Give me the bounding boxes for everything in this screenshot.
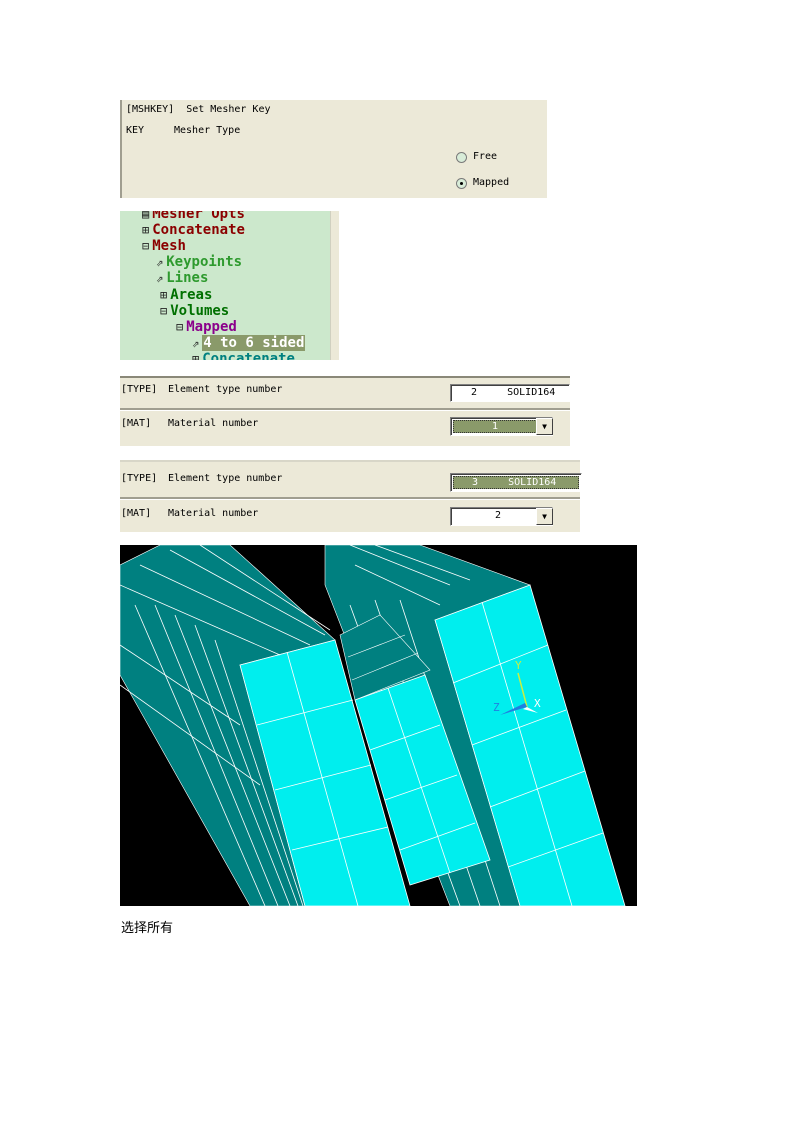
tree-item-label: 4 to 6 sided (202, 334, 306, 351)
tree-item-label: Lines (166, 270, 209, 287)
expand-plus-icon: ⊞ (192, 351, 200, 360)
tree-scrollbar-track[interactable] (330, 211, 339, 360)
dialog-icon: ▤ (142, 211, 150, 221)
tree-item[interactable]: ▤ Mesher Opts (142, 211, 245, 222)
document-page: [MSHKEY] Set Mesher Key KEY Mesher Type … (0, 0, 800, 1132)
tree-item[interactable]: ⊟ Mesh (142, 238, 186, 254)
type-description: Element type number (168, 384, 283, 395)
tree-item[interactable]: ⊟ Mapped (176, 319, 237, 335)
tree-item[interactable]: ⇗ Keypoints (156, 254, 242, 270)
pick-arrow-icon: ⇗ (156, 255, 164, 270)
tree-item-label: Areas (170, 286, 213, 303)
tree-item[interactable]: ⊞ Concatenate (142, 222, 245, 238)
element-type-select[interactable]: 3 SOLID164 (450, 473, 582, 492)
collapse-minus-icon: ⊟ (176, 319, 184, 334)
expand-plus-icon: ⊞ (142, 223, 150, 238)
axis-y-label: Y (515, 659, 522, 672)
tree-item[interactable]: ⇗ 4 to 6 sided (192, 334, 306, 351)
caption: 选择所有 (121, 921, 174, 936)
tree-item[interactable]: ⊟ Volumes (160, 303, 229, 319)
pick-arrow-icon: ⇗ (192, 335, 200, 350)
collapse-minus-icon: ⊟ (142, 239, 150, 254)
axis-x-label: X (534, 697, 541, 710)
chevron-down-icon[interactable]: ▼ (536, 508, 553, 525)
tree-item-label: Concatenate (202, 350, 295, 360)
material-number-value: 2 (495, 510, 502, 521)
element-attributes-dialog-2: [TYPE] Element type number 3 SOLID164 [M… (120, 460, 582, 532)
tree-item[interactable]: ⊞ Areas (160, 287, 212, 303)
element-type-text: 3 SOLID164 (472, 477, 557, 488)
mesh-model-view: Y Z X (120, 545, 637, 906)
element-type-value: 2 SOLID164 (471, 387, 556, 398)
mat-description: Material number (168, 418, 259, 429)
mshkey-dialog: [MSHKEY] Set Mesher Key KEY Mesher Type … (120, 100, 547, 198)
main-menu-tree: ▤ Mesher Opts ⊞ Concatenate ⊟ Mesh ⇗ Keypoints ⇗… (120, 211, 330, 360)
tree-item-label: Volumes (170, 302, 230, 319)
mesher-type-label: Mesher Type (174, 125, 241, 136)
material-number-value: 1 (453, 420, 537, 433)
type-label: [TYPE] (121, 473, 158, 484)
collapse-minus-icon: ⊟ (160, 303, 168, 318)
pick-arrow-icon: ⇗ (156, 271, 164, 286)
key-label: KEY (126, 125, 145, 136)
type-description: Element type number (168, 473, 283, 484)
radio-free[interactable] (456, 152, 467, 163)
radio-mapped-label[interactable]: Mapped (473, 177, 509, 188)
material-number-select[interactable]: 2 ▼ (450, 507, 553, 526)
axis-z-label: Z (493, 701, 500, 714)
tree-item-label: Mesh (152, 238, 186, 255)
tree-item[interactable]: ⊞ Concatenate (192, 351, 295, 360)
radio-mapped[interactable] (456, 178, 467, 189)
tree-item[interactable]: ⇗ Lines (156, 270, 208, 286)
tree-item-label: Mesher Opts (152, 211, 245, 222)
tree-item-label: Keypoints (166, 254, 243, 271)
type-label: [TYPE] (121, 384, 158, 395)
mat-description: Material number (168, 508, 259, 519)
radio-free-label[interactable]: Free (473, 151, 497, 162)
element-attributes-dialog-1: [TYPE] Element type number 2 SOLID164 [M… (120, 376, 570, 446)
mat-label: [MAT] (121, 508, 152, 519)
dialog-title: [MSHKEY] Set Mesher Key (126, 104, 271, 115)
material-number-select[interactable]: 1 ▼ (450, 417, 553, 436)
tree-item-label: Concatenate (152, 222, 245, 239)
mat-label: [MAT] (121, 418, 152, 429)
chevron-down-icon[interactable]: ▼ (536, 418, 553, 435)
element-type-value: 3 SOLID164 (453, 476, 579, 489)
expand-plus-icon: ⊞ (160, 287, 168, 302)
element-type-field[interactable]: 2 SOLID164 (450, 384, 570, 402)
tree-item-label: Mapped (186, 318, 237, 335)
